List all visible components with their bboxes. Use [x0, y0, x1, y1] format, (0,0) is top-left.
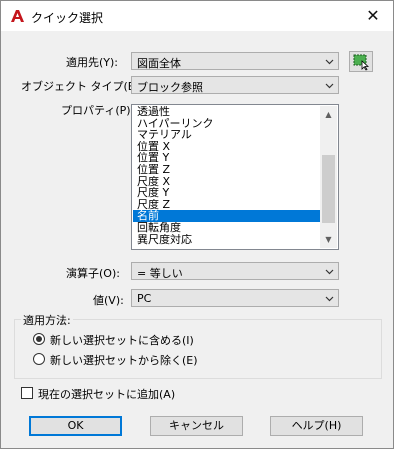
scroll-thumb[interactable]	[322, 155, 335, 223]
apply-to-dropdown[interactable]: 図面全体	[131, 52, 339, 70]
apply-to-label: 適用先(Y):	[66, 56, 119, 69]
autocad-logo-icon	[11, 10, 24, 22]
ok-button[interactable]: OK	[29, 416, 122, 436]
object-type-dropdown[interactable]: ブロック参照	[131, 76, 339, 94]
window-title: クイック選択	[31, 11, 104, 25]
operator-dropdown[interactable]: = 等しい	[131, 262, 339, 280]
include-radio-label[interactable]: 新しい選択セットに含める(I)	[50, 332, 194, 348]
property-item[interactable]: 透過性	[133, 106, 321, 118]
include-radio[interactable]	[33, 333, 45, 345]
property-item[interactable]: マテリアル	[133, 129, 321, 141]
properties-label: プロパティ(P):	[61, 104, 135, 117]
quick-select-dialog: クイック選択 ✕ 適用先(Y): 図面全体 オブジェクト タイプ(B): ブロッ…	[0, 0, 394, 449]
apply-method-label: 適用方法:	[21, 312, 73, 328]
property-item[interactable]: 尺度 Z	[133, 199, 321, 211]
properties-listbox[interactable]: 透過性 ハイパーリンク マテリアル 位置 X 位置 Y 位置 Z 尺度 X 尺度…	[131, 104, 339, 250]
scroll-up-icon[interactable]: ▲	[320, 106, 337, 123]
radio-selected-dot	[36, 336, 42, 342]
property-item[interactable]: 名前	[133, 210, 321, 222]
select-objects-icon	[353, 54, 370, 71]
chevron-down-icon	[325, 83, 334, 89]
property-item[interactable]: 回転角度	[133, 222, 321, 234]
title-bar: クイック選択 ✕	[1, 1, 393, 31]
value-field-value: PC	[137, 292, 152, 305]
object-type-value: ブロック参照	[137, 81, 203, 94]
exclude-radio-label[interactable]: 新しい選択セットから除く(E)	[50, 352, 198, 368]
property-item[interactable]: 尺度 Y	[133, 187, 321, 199]
exclude-radio[interactable]	[33, 353, 45, 365]
value-dropdown[interactable]: PC	[131, 289, 339, 307]
chevron-down-icon	[325, 296, 334, 302]
property-item[interactable]: 異尺度対応	[133, 234, 321, 246]
scroll-down-icon[interactable]: ▼	[320, 231, 337, 248]
property-item[interactable]: 位置 Y	[133, 152, 321, 164]
cancel-button[interactable]: キャンセル	[150, 416, 243, 436]
value-label: 値(V):	[93, 294, 124, 307]
property-item[interactable]: 位置 Z	[133, 164, 321, 176]
chevron-down-icon	[325, 59, 334, 65]
properties-list: 透過性 ハイパーリンク マテリアル 位置 X 位置 Y 位置 Z 尺度 X 尺度…	[133, 106, 321, 245]
property-item[interactable]: 位置 X	[133, 141, 321, 153]
operator-value: = 等しい	[137, 267, 183, 280]
chevron-down-icon	[325, 269, 334, 275]
select-objects-button[interactable]	[349, 51, 373, 72]
append-checkbox-label[interactable]: 現在の選択セットに追加(A)	[38, 386, 175, 402]
apply-method-group: 適用方法: 新しい選択セットに含める(I) 新しい選択セットから除く(E)	[14, 312, 382, 379]
append-checkbox[interactable]	[21, 387, 33, 399]
object-type-label: オブジェクト タイプ(B):	[21, 80, 144, 93]
properties-scrollbar[interactable]: ▲ ▼	[320, 106, 337, 248]
apply-to-value: 図面全体	[137, 57, 181, 70]
close-button[interactable]: ✕	[353, 1, 393, 31]
operator-label: 演算子(O):	[66, 267, 120, 280]
property-item[interactable]: ハイパーリンク	[133, 118, 321, 130]
property-item[interactable]: 尺度 X	[133, 176, 321, 188]
help-button[interactable]: ヘルプ(H)	[270, 416, 363, 436]
